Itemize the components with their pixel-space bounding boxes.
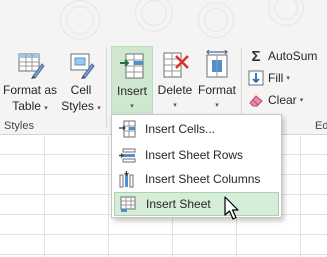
insert-label: Insert ▾ xyxy=(112,83,152,115)
fill-button[interactable]: Fill ▾ xyxy=(248,68,290,88)
menu-item-insert-cells[interactable]: Insert Cells... xyxy=(114,117,279,141)
format-label: Format ▾ xyxy=(196,82,238,114)
delete-label-text: Delete xyxy=(157,83,193,97)
format-button[interactable]: Format ▾ xyxy=(196,46,238,118)
fill-down-arrow-icon xyxy=(248,70,264,86)
menu-item-label: Insert Sheet xyxy=(146,197,211,211)
menu-item-label: Insert Cells... xyxy=(145,122,216,136)
menu-item-label: Insert Sheet Columns xyxy=(145,172,261,186)
menu-item-label: Insert Sheet Rows xyxy=(145,148,244,162)
chevron-down-icon: ▾ xyxy=(97,105,101,112)
chevron-down-icon: ▾ xyxy=(44,105,48,112)
ribbon-top-background xyxy=(0,0,327,44)
editing-group-label: Ed xyxy=(315,120,327,132)
insert-dropdown-menu: Insert Cells... Insert Sheet Rows Insert… xyxy=(111,114,282,218)
insert-cells-ribbon-icon xyxy=(117,51,147,81)
format-as-table-icon xyxy=(15,50,45,80)
clear-button[interactable]: Clear ▾ xyxy=(248,90,303,110)
background-swirl xyxy=(66,6,94,34)
grid-row-line xyxy=(0,254,327,255)
autosum-label: AutoSum xyxy=(268,49,318,63)
grid-row-line xyxy=(0,234,327,235)
format-cells-icon xyxy=(202,49,232,80)
background-swirl xyxy=(141,0,167,26)
eraser-icon xyxy=(248,92,264,108)
chevron-down-icon: ▾ xyxy=(173,102,177,109)
fill-label: Fill xyxy=(268,71,284,85)
insert-sheet-icon xyxy=(119,195,137,213)
sigma-icon: Σ xyxy=(251,47,261,65)
chevron-down-icon: ▾ xyxy=(215,102,219,109)
chevron-down-icon: ▾ xyxy=(299,97,304,104)
delete-cells-icon xyxy=(160,50,190,80)
cell-styles-icon xyxy=(66,50,96,80)
cell-styles-button[interactable]: Cell Styles ▾ xyxy=(59,46,103,118)
cell-styles-label: Cell Styles ▾ xyxy=(59,82,103,117)
autosum-button[interactable]: Σ AutoSum xyxy=(248,46,317,66)
format-as-table-button[interactable]: Format as Table ▾ xyxy=(1,46,59,118)
group-separator xyxy=(106,48,107,128)
cell-styles-line2: Styles xyxy=(61,99,94,113)
delete-label: Delete ▾ xyxy=(155,82,195,114)
format-as-table-line2: Table xyxy=(12,99,41,113)
format-as-table-line1: Format as xyxy=(2,83,57,97)
menu-item-insert-sheet-columns[interactable]: Insert Sheet Columns xyxy=(114,167,279,191)
chevron-down-icon: ▾ xyxy=(286,75,290,82)
delete-button[interactable]: Delete ▾ xyxy=(155,46,195,118)
insert-rows-icon xyxy=(118,146,136,164)
insert-button[interactable]: Insert ▾ xyxy=(111,46,153,118)
insert-columns-icon xyxy=(118,170,136,188)
clear-label: Clear xyxy=(268,93,297,107)
format-as-table-label: Format as Table ▾ xyxy=(1,82,59,117)
chevron-down-icon: ▾ xyxy=(130,103,134,110)
format-label-text: Format xyxy=(197,83,236,97)
menu-item-insert-sheet[interactable]: Insert Sheet xyxy=(114,192,279,216)
styles-group-label: Styles xyxy=(4,120,34,132)
background-swirl xyxy=(204,8,228,32)
mouse-pointer-icon xyxy=(224,196,242,222)
insert-cells-icon xyxy=(118,120,136,138)
insert-label-text: Insert xyxy=(116,84,147,98)
cell-styles-line1: Cell xyxy=(70,83,92,97)
menu-item-insert-sheet-rows[interactable]: Insert Sheet Rows xyxy=(114,143,279,167)
